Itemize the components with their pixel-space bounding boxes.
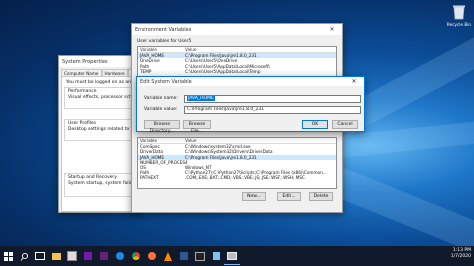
system-properties-title: System Properties — [62, 58, 108, 65]
onenote-icon[interactable] — [80, 248, 96, 264]
visual-studio-icon[interactable] — [96, 248, 112, 264]
system-variables-table: Variable Value ComSpec C:\Windows\system3… — [137, 137, 337, 189]
advanced-panel: You must be logged on as an Performance … — [61, 76, 156, 212]
firefox-icon[interactable] — [144, 248, 160, 264]
explorer-icon[interactable] — [48, 248, 64, 264]
startup-recovery-title: Startup and Recovery — [68, 175, 117, 180]
edge-icon[interactable] — [112, 248, 128, 264]
column-value: Value — [185, 47, 197, 52]
new-button[interactable]: New... — [242, 192, 266, 201]
row-name: PATHEXT — [140, 175, 159, 181]
column-variable: Variable — [140, 47, 157, 52]
variable-name-value: JAVA_HOME — [187, 96, 215, 101]
row-name: TEMP — [140, 68, 152, 74]
recycle-bin-icon — [453, 5, 465, 20]
system-icon[interactable] — [224, 248, 240, 265]
variable-name-field[interactable]: JAVA_HOME — [184, 95, 361, 103]
performance-title: Performance — [68, 89, 97, 94]
clock-date: 1/7/2020 — [450, 254, 471, 259]
terminal-icon[interactable] — [192, 248, 208, 264]
close-icon[interactable]: ✕ — [347, 77, 361, 86]
vlc-icon[interactable] — [160, 248, 176, 264]
environment-variables-titlebar: Environment Variables ✕ — [132, 24, 342, 35]
chrome-icon[interactable] — [128, 248, 144, 264]
windows-app-icon[interactable] — [176, 248, 192, 264]
start-icon[interactable] — [0, 248, 16, 264]
system-tray-clock[interactable]: 1:13 PM 1/7/2020 — [451, 248, 471, 260]
user-variables-heading: User variables for User5 — [137, 39, 192, 44]
cancel-button[interactable]: Cancel — [332, 120, 358, 129]
recycle-bin-label: Recycle Bin — [446, 22, 472, 27]
variable-value-field[interactable]: C:\Program Files\Java\jre1.8.0_231 — [184, 106, 361, 114]
performance-group: Performance Visual effects, processor sc… — [64, 87, 156, 109]
table-row[interactable]: PATHEXT .COM;.EXE;.BAT;.CMD;.VBS;.VBE;.JS… — [138, 175, 336, 180]
table-row[interactable]: TEMP C:\Users\User5\AppData\Local\Temp — [138, 69, 336, 74]
edit-dialog-title: Edit System Variable — [140, 78, 192, 85]
taskbar: 1:13 PM 1/7/2020 — [0, 246, 474, 266]
ok-button[interactable]: OK — [302, 120, 328, 129]
system-properties-window: System Properties Computer Name Hardware… — [58, 55, 156, 213]
browse-directory-button[interactable]: Browse Directory... — [144, 120, 180, 134]
system-properties-titlebar: System Properties — [59, 56, 141, 67]
search-icon[interactable] — [16, 248, 32, 264]
edit-dialog-titlebar: Edit System Variable ✕ — [137, 77, 364, 86]
delete-button[interactable]: Delete — [309, 192, 333, 201]
task-view-icon[interactable] — [32, 248, 48, 264]
row-value: C:\Users\User5\AppData\Local\Temp — [185, 68, 261, 74]
user-profiles-group: User Profiles Desktop settings related t… — [64, 119, 153, 141]
close-icon[interactable]: ✕ — [325, 25, 339, 34]
row-value: .COM;.EXE;.BAT;.CMD;.VBS;.VBE;.JS;.JSE;.… — [185, 175, 305, 181]
environment-variables-title: Environment Variables — [135, 26, 192, 33]
browse-file-button[interactable]: Browse File... — [183, 120, 211, 134]
edit-system-variable-dialog: Edit System Variable ✕ Variable name: JA… — [136, 76, 365, 134]
variable-name-label: Variable name: — [144, 96, 178, 101]
variable-value-label: Variable value: — [144, 107, 178, 112]
edit-button[interactable]: Edit... — [277, 192, 301, 201]
store-icon[interactable] — [64, 248, 80, 264]
admin-note: You must be logged on as an — [66, 80, 131, 85]
column-variable: Variable — [140, 138, 157, 143]
user-profiles-title: User Profiles — [68, 121, 97, 126]
user-variables-table: Variable Value JAVA_HOME C:\Program Files… — [137, 46, 337, 78]
recycle-bin[interactable]: Recycle Bin — [446, 4, 472, 27]
notepad-icon[interactable] — [208, 248, 224, 264]
column-value: Value — [185, 138, 197, 143]
desktop: { "colors":{"accent":"#0078d7","selectio… — [0, 0, 474, 266]
startup-recovery-group: Startup and Recovery System startup, sys… — [64, 173, 156, 197]
